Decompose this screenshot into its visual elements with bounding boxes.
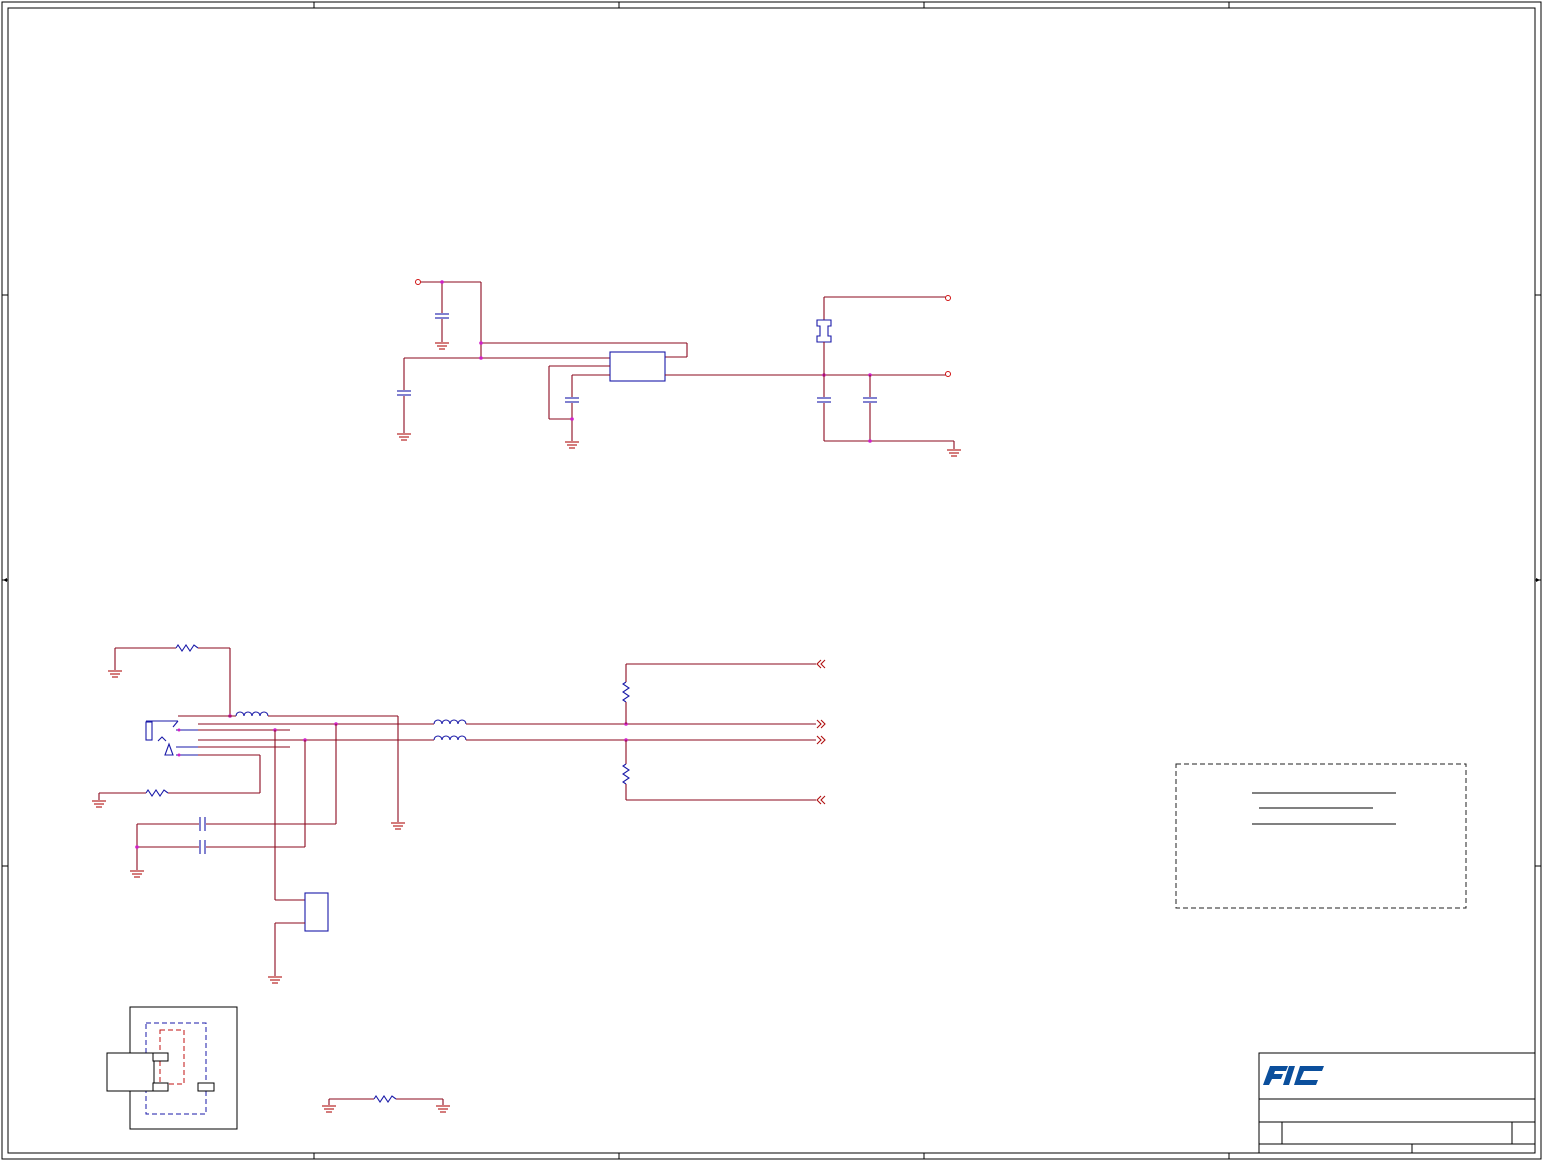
ground-symbol — [397, 433, 411, 441]
drawing-border — [1, 1, 1542, 1160]
jumper-output-port — [945, 295, 951, 301]
regulator-circuit — [397, 279, 961, 457]
ground-symbol — [108, 670, 122, 678]
capacitor-bulk — [397, 390, 411, 396]
regulator-ic — [609, 351, 666, 382]
power-input-port — [415, 279, 421, 285]
jack-footprint-drawing — [106, 1006, 238, 1130]
ground-symbol — [268, 976, 282, 984]
inductor — [235, 711, 269, 717]
resistor — [145, 789, 169, 797]
capacitor-filter-2 — [199, 840, 206, 854]
schematic-sheet — [1, 1, 1542, 1160]
audio-jack-connector — [145, 720, 198, 757]
resistor — [622, 681, 630, 703]
resistor — [175, 644, 199, 652]
resistor — [622, 763, 630, 785]
ground-symbol — [565, 441, 579, 449]
ground-tie-resistor — [322, 1095, 450, 1113]
title-block — [1258, 1052, 1536, 1154]
power-output-port — [945, 371, 951, 377]
signal-in-arrow — [816, 795, 826, 805]
capacitor-bypass — [565, 397, 579, 403]
connector-circuit — [92, 644, 826, 984]
ground-symbol — [947, 449, 961, 457]
signal-out-arrow — [816, 719, 826, 729]
capacitor-input — [435, 313, 449, 319]
signal-out-arrow — [816, 735, 826, 745]
capacitor-output-1 — [817, 397, 831, 403]
inductor — [433, 735, 467, 741]
inductor — [433, 719, 467, 725]
jumper-pad — [816, 319, 832, 343]
capacitor-filter-1 — [199, 817, 206, 831]
notes-box — [1175, 763, 1467, 909]
capacitor-output-2 — [863, 397, 877, 403]
ground-symbol — [435, 342, 449, 350]
ground-symbol — [391, 822, 405, 830]
header-connector — [304, 892, 329, 932]
signal-in-arrow — [816, 659, 826, 669]
ground-symbol — [92, 800, 106, 808]
company-logo — [1263, 1066, 1324, 1085]
ground-symbol — [130, 870, 144, 878]
